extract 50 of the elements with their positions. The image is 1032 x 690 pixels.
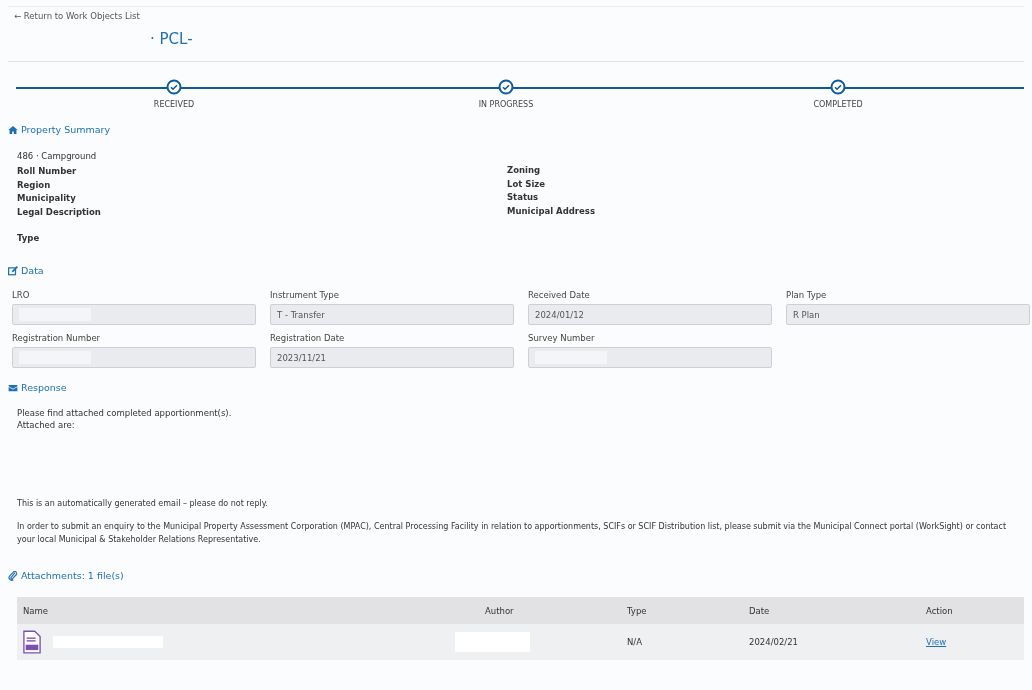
step-label: IN PROGRESS — [478, 100, 534, 109]
section-heading: Response — [21, 382, 67, 393]
column-header: Date — [743, 597, 920, 624]
step-label: RECEIVED — [153, 100, 195, 109]
field-label: Registration Date — [270, 333, 346, 343]
step-label: COMPLETED — [813, 100, 863, 109]
input-field[interactable]: 2023/11/21 — [270, 347, 514, 368]
input-field[interactable] — [12, 304, 256, 325]
field-label: LRO — [12, 290, 31, 300]
input-field[interactable]: T - Transfer — [270, 304, 514, 325]
field-label: Roll Number — [17, 165, 78, 178]
column-header: Action — [920, 597, 1024, 624]
message-text: In order to submit an enquiry to the Municipal Property Assessment Corporation (MPAC), Central Processing Facility in relation to apportionments, SCIFs or SCIF Distribution list, please submit via the Municipal Connect portal (WorkSight) or contact your local Municipal & Stakeholder Relations Representative. — [17, 521, 1008, 546]
edit-icon — [8, 265, 18, 276]
message-text: Please find attached completed apportionment(s). — [17, 407, 233, 419]
home-icon — [8, 124, 18, 135]
spreadsheet-file-icon — [23, 630, 41, 654]
input-field[interactable]: R Plan — [786, 304, 1030, 325]
field-label: Municipality — [17, 192, 77, 205]
paperclip-icon — [8, 570, 18, 581]
envelope-icon — [8, 382, 18, 393]
field-label: Region — [17, 178, 52, 192]
input-field[interactable]: 2024/01/12 — [528, 304, 772, 325]
table-cell: N/A — [621, 624, 743, 660]
column-header: Type — [621, 597, 743, 624]
field-label: Registration Number — [12, 333, 102, 343]
field-label: Type — [17, 232, 41, 245]
section-heading: Data — [21, 265, 44, 276]
section-heading: Property Summary — [21, 124, 111, 135]
input-field[interactable] — [12, 347, 256, 368]
input-field[interactable] — [528, 347, 772, 368]
field-label: Zoning — [507, 164, 542, 177]
column-header: Author — [479, 597, 621, 624]
view-link[interactable]: View — [926, 637, 947, 647]
section-heading: Attachments: 1 file(s) — [21, 570, 124, 581]
message-text: This is an automatically generated email – please do not reply. — [17, 498, 269, 510]
field-label: Plan Type — [786, 290, 828, 300]
field-label: Status — [507, 191, 540, 204]
property-type-text: 486 · Campground — [17, 151, 98, 161]
column-header: Name — [17, 597, 479, 624]
field-label: Lot Size — [507, 177, 547, 191]
message-text: Attached are: — [17, 419, 76, 431]
page-title: · PCL- — [150, 30, 193, 48]
field-label: Municipal Address — [507, 204, 596, 218]
field-label: Instrument Type — [270, 290, 340, 300]
table-cell: 2024/02/21 — [743, 624, 920, 660]
back-link[interactable]: ← Return to Work Objects List — [14, 11, 140, 21]
field-label: Legal Description — [17, 205, 102, 219]
field-label: Received Date — [528, 290, 591, 300]
field-label: Survey Number — [528, 333, 596, 343]
